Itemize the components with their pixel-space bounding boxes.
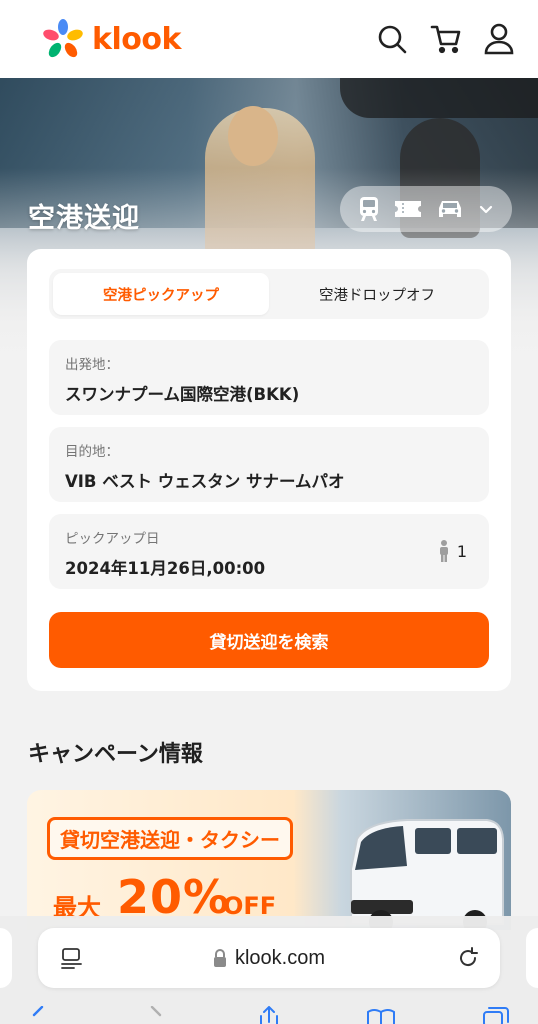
back-icon[interactable] (28, 1006, 48, 1024)
tabs-icon[interactable] (60, 946, 84, 970)
address-bar[interactable]: klook.com (38, 928, 500, 988)
search-transfer-button[interactable]: 貸切送迎を検索 (49, 612, 489, 668)
browser-nav-row (0, 1004, 538, 1024)
banner-headline: 貸切空港送迎・タクシー (47, 817, 293, 860)
site-header: klook (0, 0, 538, 78)
van-image (350, 819, 504, 930)
destination-value: VIB ベスト ウェスタン サナームパオ (65, 472, 345, 491)
departure-value: スワンナプーム国際空港(BKK) (65, 385, 300, 404)
hero-photo-car (340, 78, 538, 118)
pickup-date-label: ピックアップ日 (65, 531, 160, 547)
car-icon (439, 201, 461, 217)
departure-label: 出発地： (65, 357, 119, 373)
previous-tab-pill[interactable] (0, 928, 12, 988)
klook-logo[interactable]: klook (42, 18, 181, 60)
destination-field[interactable]: 目的地： VIB ベスト ウェスタン サナームパオ (49, 427, 489, 502)
reload-icon[interactable] (456, 946, 480, 970)
bookmarks-icon[interactable] (366, 1006, 396, 1024)
hero-photo-person-head (228, 106, 278, 166)
transfer-direction-tabs: 空港ピックアップ 空港ドロップオフ (49, 269, 489, 319)
transfer-search-card: 空港ピックアップ 空港ドロップオフ 出発地： スワンナプーム国際空港(BKK) … (27, 249, 511, 691)
passenger-count-value: 1 (456, 541, 467, 561)
page-title: 空港送迎 (28, 203, 140, 234)
departure-field[interactable]: 出発地： スワンナプーム国際空港(BKK) (49, 340, 489, 415)
next-tab-pill[interactable] (526, 928, 538, 988)
lock-icon (213, 949, 226, 967)
passenger-count[interactable]: 1 (439, 540, 467, 562)
chevron-down-icon (479, 205, 493, 214)
tab-airport-dropoff[interactable]: 空港ドロップオフ (269, 273, 485, 315)
pickup-date-field[interactable]: ピックアップ日 2024年11月26日,00:00 1 (49, 514, 489, 589)
vehicle-type-switch[interactable] (340, 186, 512, 232)
logo-wordmark: klook (92, 21, 181, 57)
pickup-date-value: 2024年11月26日,00:00 (65, 559, 266, 578)
url-text: klook.com (234, 946, 326, 969)
destination-label: 目的地： (65, 444, 119, 460)
person-icon (439, 540, 448, 562)
cart-icon[interactable] (430, 23, 462, 55)
ticket-icon (395, 201, 421, 217)
train-icon (360, 197, 378, 221)
search-icon[interactable] (376, 23, 408, 55)
share-icon[interactable] (256, 1006, 282, 1024)
browser-toolbar: klook.com (0, 916, 538, 1024)
campaign-banner[interactable]: 貸切空港送迎・タクシー 最大 20% OFF (27, 790, 511, 930)
tab-airport-pickup[interactable]: 空港ピックアップ (53, 273, 269, 315)
klook-logo-icon (43, 19, 83, 58)
campaign-section-title: キャンペーン情報 (28, 742, 203, 767)
forward-icon[interactable] (146, 1006, 166, 1024)
tab-overview-icon[interactable] (482, 1006, 510, 1024)
user-icon[interactable] (484, 23, 514, 55)
